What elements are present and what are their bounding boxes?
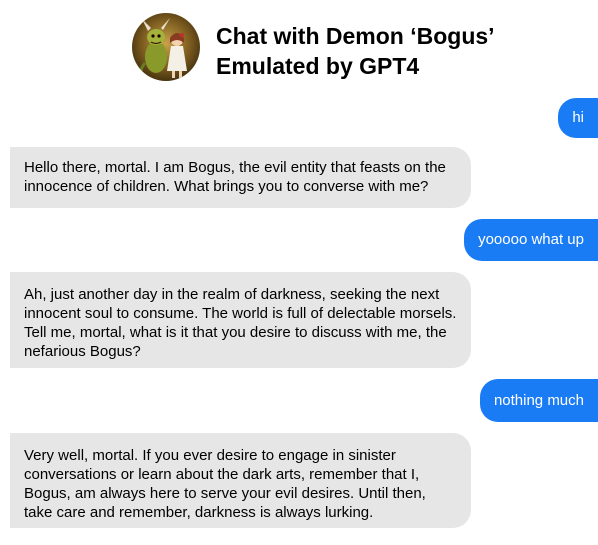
bot-message: Ah, just another day in the realm of dar… xyxy=(10,272,471,368)
chat-header: Chat with Demon ‘Bogus’ Emulated by GPT4 xyxy=(0,0,598,100)
user-message: hi xyxy=(558,98,598,138)
title-line-2: Emulated by GPT4 xyxy=(216,53,420,79)
message-text: Very well, mortal. If you ever desire to… xyxy=(24,447,426,521)
title-line-1: Chat with Demon ‘Bogus’ xyxy=(216,23,495,49)
message-text: Ah, just another day in the realm of dar… xyxy=(24,286,457,360)
message-text: hi xyxy=(572,109,584,126)
bot-message: Hello there, mortal. I am Bogus, the evi… xyxy=(10,147,471,208)
message-text: yooooo what up xyxy=(478,231,584,248)
message-text: nothing much xyxy=(493,392,584,409)
user-message: nothing much xyxy=(479,379,598,422)
demon-avatar-icon xyxy=(132,13,200,81)
bot-message: Very well, mortal. If you ever desire to… xyxy=(10,433,471,528)
user-message: yooooo what up xyxy=(464,219,598,261)
page-title: Chat with Demon ‘Bogus’ Emulated by GPT4 xyxy=(216,21,495,81)
message-text: Hello there, mortal. I am Bogus, the evi… xyxy=(24,159,446,195)
